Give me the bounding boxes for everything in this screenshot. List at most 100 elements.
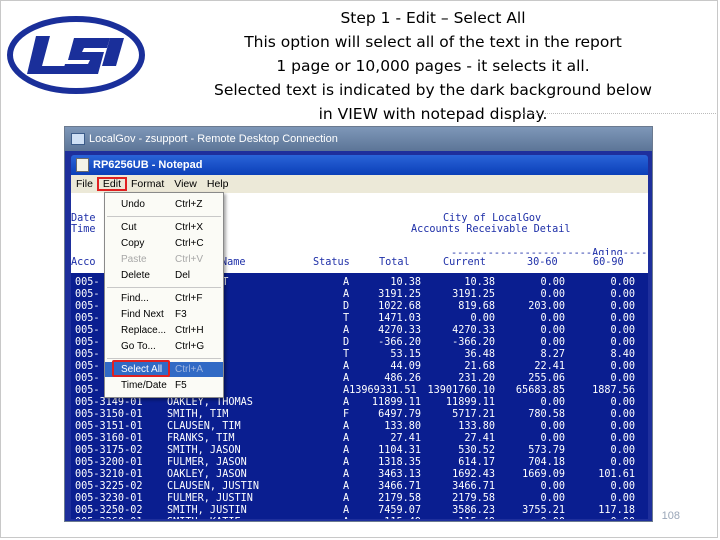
cell-60-90: 0.00 bbox=[610, 421, 635, 432]
cell-status: T bbox=[343, 349, 350, 360]
menu-item-paste[interactable]: Paste Ctrl+V bbox=[105, 252, 223, 267]
cell-60-90: 1887.56 bbox=[592, 385, 635, 396]
notepad-menubar: File Edit Format View Help bbox=[71, 175, 648, 193]
heading-line-4: Selected text is indicated by the dark b… bbox=[214, 81, 652, 99]
cell-account: 005- bbox=[75, 385, 100, 396]
cell-60-90: 0.00 bbox=[610, 325, 635, 336]
menu-help[interactable]: Help bbox=[202, 178, 234, 190]
cell-account: 005- bbox=[75, 349, 100, 360]
menu-item-label: Replace... bbox=[121, 325, 167, 336]
cell-30-60: 0.00 bbox=[540, 337, 565, 348]
col-total: Total bbox=[379, 257, 410, 268]
time-fragment: Time bbox=[71, 224, 96, 235]
cell-current: 530.52 bbox=[458, 445, 495, 456]
cell-account: 005-3160-01 bbox=[75, 433, 143, 444]
cell-30-60: 573.79 bbox=[528, 445, 565, 456]
menu-item-find-next[interactable]: Find Next F3 bbox=[105, 307, 223, 322]
cell-account: 005-3230-01 bbox=[75, 493, 143, 504]
cell-30-60: 0.00 bbox=[540, 397, 565, 408]
cell-total: 10.38 bbox=[390, 277, 421, 288]
menu-item-shortcut: Ctrl+A bbox=[175, 364, 204, 375]
cell-30-60: 8.27 bbox=[540, 349, 565, 360]
heading-line-3: 1 page or 10,000 pages - it selects it a… bbox=[276, 57, 590, 75]
cell-total: 6497.79 bbox=[378, 409, 421, 420]
cell-account: 005- bbox=[75, 373, 100, 384]
cell-account: 005- bbox=[75, 361, 100, 372]
menu-item-find[interactable]: Find... Ctrl+F bbox=[105, 291, 223, 306]
cell-current: 819.68 bbox=[458, 301, 495, 312]
cell-status: A bbox=[343, 433, 350, 444]
cell-total: 3466.71 bbox=[378, 481, 421, 492]
menu-view[interactable]: View bbox=[169, 178, 202, 190]
cell-account: 005-3151-01 bbox=[75, 421, 143, 432]
cell-status: A bbox=[343, 457, 350, 468]
cell-60-90: 0.00 bbox=[610, 301, 635, 312]
cell-current: 231.20 bbox=[458, 373, 495, 384]
cell-total: 2179.58 bbox=[378, 493, 421, 504]
cell-status: A bbox=[343, 277, 350, 288]
page-number: 108 bbox=[661, 510, 680, 522]
cell-current: 4270.33 bbox=[452, 325, 495, 336]
cell-current: 21.68 bbox=[464, 361, 495, 372]
menu-item-shortcut: Ctrl+G bbox=[175, 341, 205, 352]
col-account: Acco bbox=[71, 257, 96, 268]
cell-60-90: 0.00 bbox=[610, 433, 635, 444]
menu-item-replace[interactable]: Replace... Ctrl+H bbox=[105, 323, 223, 338]
select-all-callout bbox=[112, 360, 170, 377]
col-status: Status bbox=[313, 257, 350, 268]
cell-status: A bbox=[343, 445, 350, 456]
cell-30-60: 0.00 bbox=[540, 481, 565, 492]
cell-30-60: 0.00 bbox=[540, 313, 565, 324]
heading-line-5: in VIEW with notepad display. bbox=[318, 105, 548, 123]
menu-item-copy[interactable]: Copy Ctrl+C bbox=[105, 236, 223, 251]
cell-status: A bbox=[343, 421, 350, 432]
menu-item-shortcut: Ctrl+V bbox=[175, 254, 204, 265]
menu-format[interactable]: Format bbox=[126, 178, 169, 190]
cell-status: A bbox=[343, 289, 350, 300]
cell-account: 005-3149-01 bbox=[75, 397, 143, 408]
cell-status: A13969331.51 bbox=[343, 385, 417, 396]
menu-item-go-to[interactable]: Go To... Ctrl+G bbox=[105, 339, 223, 354]
rdp-window-icon bbox=[71, 133, 85, 145]
menu-item-shortcut: Ctrl+F bbox=[175, 293, 203, 304]
cell-status: A bbox=[343, 469, 350, 480]
menu-item-label: Undo bbox=[121, 199, 145, 210]
notepad-icon bbox=[76, 158, 89, 172]
cell-status: A bbox=[343, 325, 350, 336]
cell-name: SMITH, JASON bbox=[167, 445, 241, 456]
menu-item-undo[interactable]: Undo Ctrl+Z bbox=[105, 197, 223, 212]
cell-account: 005- bbox=[75, 313, 100, 324]
cell-total: 3463.13 bbox=[378, 469, 421, 480]
cell-60-90: 0.00 bbox=[610, 493, 635, 504]
cell-60-90: 0.00 bbox=[610, 481, 635, 492]
cell-30-60: 0.00 bbox=[540, 325, 565, 336]
menu-file[interactable]: File bbox=[71, 178, 98, 190]
cell-30-60: 0.00 bbox=[540, 517, 565, 519]
menu-item-label: Find... bbox=[121, 293, 149, 304]
menu-item-label: Delete bbox=[121, 270, 150, 281]
cell-current: 1692.43 bbox=[452, 469, 495, 480]
cell-name: SMITH, KATIE bbox=[167, 517, 241, 519]
cell-30-60: 1669.09 bbox=[522, 469, 565, 480]
cell-total: 1318.35 bbox=[378, 457, 421, 468]
menu-separator bbox=[107, 216, 221, 217]
cell-status: A bbox=[343, 505, 350, 516]
report-row: 005-3151-01 CLAUSEN, TIM A 133.80 133.80 0.00… bbox=[75, 421, 648, 432]
rdp-title: LocalGov - zsupport - Remote Desktop Con… bbox=[89, 133, 338, 145]
cell-current: 0.00 bbox=[470, 313, 495, 324]
menu-item-shortcut: Ctrl+H bbox=[175, 325, 204, 336]
menu-item-time-date[interactable]: Time/Date F5 bbox=[105, 378, 223, 393]
report-row: 005-3150-01 SMITH, TIM F 6497.79 5717.21 780.… bbox=[75, 409, 648, 420]
report-title: City of LocalGov bbox=[443, 213, 542, 224]
menu-item-delete[interactable]: Delete Del bbox=[105, 268, 223, 283]
rdp-titlebar: LocalGov - zsupport - Remote Desktop Con… bbox=[65, 127, 652, 151]
cell-30-60: 3755.21 bbox=[522, 505, 565, 516]
menu-item-cut[interactable]: Cut Ctrl+X bbox=[105, 220, 223, 235]
cell-account: 005-3250-02 bbox=[75, 505, 143, 516]
menu-separator bbox=[107, 358, 221, 359]
cell-name: FULMER, JASON bbox=[167, 457, 247, 468]
report-row: 005-3160-01 FRANKS, TIM A 27.41 27.41 0.00 0.0… bbox=[75, 433, 648, 444]
cell-current: 11899.11 bbox=[445, 397, 495, 408]
cell-30-60: 704.18 bbox=[528, 457, 565, 468]
menu-edit[interactable]: Edit bbox=[96, 177, 128, 191]
